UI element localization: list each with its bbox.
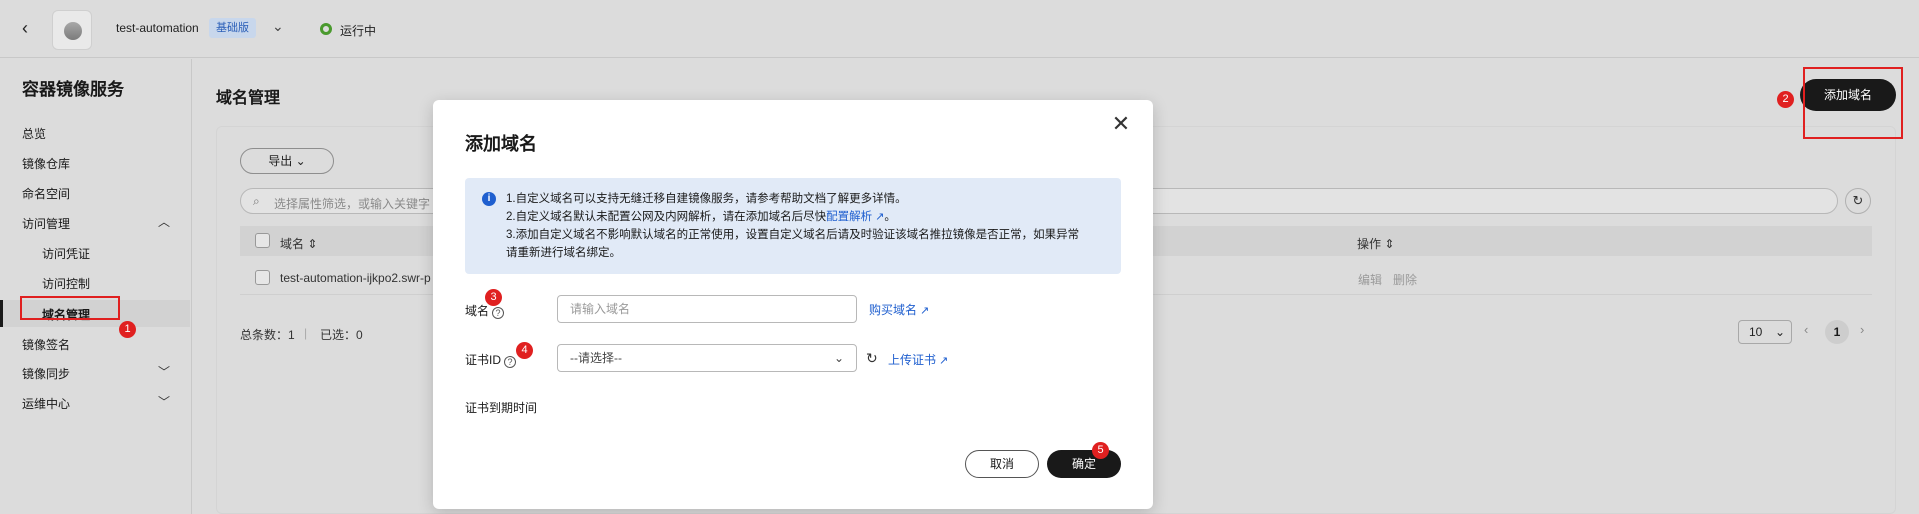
step-marker-4: 4 <box>516 342 533 359</box>
sidebar-item-repositories[interactable]: 镜像仓库 <box>22 155 70 172</box>
cert-id-select[interactable]: --请选择-- ⌄ <box>557 344 857 372</box>
sidebar-item-image-signing[interactable]: 镜像签名 <box>22 336 70 353</box>
info-notice: i 1.自定义域名可以支持无缝迁移自建镜像服务，请参考帮助文档了解更多详情。 2… <box>465 178 1121 274</box>
next-page-icon[interactable]: › <box>1860 322 1864 337</box>
info-line-3: 3.添加自定义域名不影响默认域名的正常使用，设置自定义域名后请及时验证该域名推拉… <box>506 229 1080 241</box>
page-title: 域名管理 <box>216 90 281 107</box>
sidebar-item-image-sync[interactable]: 镜像同步 <box>22 365 70 382</box>
highlight-box-add-domain <box>1803 67 1903 139</box>
close-icon[interactable]: ✕ <box>1109 112 1133 136</box>
help-icon[interactable]: ? <box>504 356 517 368</box>
domain-input[interactable]: 请输入域名 <box>557 295 857 323</box>
dialog-title: 添加域名 <box>465 134 537 154</box>
refresh-button[interactable]: ↻ <box>1845 188 1871 214</box>
sidebar-title: 容器镜像服务 <box>22 80 124 99</box>
external-link-icon: ↗ <box>920 305 930 317</box>
container-registry-icon <box>52 10 92 50</box>
chevron-down-icon[interactable]: ﹀ <box>158 393 170 410</box>
cert-expiry-label: 证书到期时间 <box>465 401 538 415</box>
sort-icon: ⇕ <box>1384 237 1395 251</box>
sidebar-item-namespaces[interactable]: 命名空间 <box>22 185 70 202</box>
external-link-icon: ↗ <box>939 355 949 367</box>
chevron-down-icon[interactable]: ﹀ <box>158 363 170 380</box>
info-line-4: 请重新进行域名绑定。 <box>506 247 621 259</box>
buy-domain-link[interactable]: 购买域名 ↗ <box>869 301 929 318</box>
chevron-left-icon[interactable]: ‹ <box>22 18 42 38</box>
info-line-1: 1.自定义域名可以支持无缝迁移自建镜像服务，请参考帮助文档了解更多详情。 <box>506 193 907 205</box>
cert-id-label: 证书ID? <box>465 351 517 368</box>
prev-page-icon[interactable]: ‹ <box>1804 322 1808 337</box>
current-page[interactable]: 1 <box>1825 320 1849 344</box>
ok-button[interactable]: 确定 <box>1047 450 1121 478</box>
upload-cert-link[interactable]: 上传证书 ↗ <box>888 351 948 368</box>
sidebar-item-overview[interactable]: 总览 <box>22 125 46 142</box>
step-marker-2: 2 <box>1777 91 1794 108</box>
info-line-2: 2.自定义域名默认未配置公网及内网解析，请在添加域名后尽快配置解析 ↗。 <box>506 211 896 223</box>
total-count: 总条数：1 <box>240 328 295 342</box>
export-label: 导出 <box>268 154 293 168</box>
highlight-box-domain-management <box>20 296 120 320</box>
external-link-icon: ↗ <box>875 211 885 223</box>
footer-divider: | <box>304 326 308 340</box>
page-size-select[interactable]: 10 ⌄ <box>1738 320 1792 344</box>
sidebar-item-ops-center[interactable]: 运维中心 <box>22 395 70 412</box>
instance-name: test-automation <box>116 21 199 35</box>
search-icon: ⌕ <box>253 194 260 208</box>
sidebar-active-bar <box>0 300 3 327</box>
status-icon <box>320 23 332 35</box>
tier-badge: 基础版 <box>209 18 256 38</box>
sidebar-item-access-credentials[interactable]: 访问凭证 <box>42 245 90 262</box>
configure-resolution-link[interactable]: 配置解析 <box>826 211 872 223</box>
sort-icon: ⇕ <box>307 237 318 251</box>
top-bar: ‹ test-automation 基础版 ⌄ 运行中 <box>0 0 1919 58</box>
search-placeholder: 选择属性筛选，或输入关键字 <box>274 197 431 211</box>
chevron-down-icon: ⌄ <box>833 351 844 365</box>
sidebar-item-access-control[interactable]: 访问控制 <box>42 275 90 292</box>
select-all-checkbox[interactable] <box>255 233 270 248</box>
delete-link[interactable]: 删除 <box>1393 271 1417 288</box>
refresh-icon[interactable]: ↻ <box>866 350 878 367</box>
table-cell-domain: test-automation-ijkpo2.swr-p <box>280 271 431 285</box>
sidebar-item-access-management[interactable]: 访问管理 <box>22 215 70 232</box>
info-icon: i <box>482 192 496 206</box>
selected-count: 已选：0 <box>320 328 363 342</box>
export-button[interactable]: 导出 ⌄ <box>240 148 334 174</box>
chevron-down-icon: ⌄ <box>295 154 306 168</box>
chevron-down-icon: ⌄ <box>1774 325 1785 339</box>
step-marker-3: 3 <box>485 289 502 306</box>
status-text: 运行中 <box>340 24 377 38</box>
help-icon[interactable]: ? <box>492 307 505 319</box>
chevron-up-icon[interactable]: ︿ <box>158 213 170 230</box>
cancel-button[interactable]: 取消 <box>965 450 1039 478</box>
column-header-actions: 操作 ⇕ <box>1357 237 1395 251</box>
edit-link[interactable]: 编辑 <box>1358 271 1382 288</box>
add-domain-dialog: 添加域名 ✕ i 1.自定义域名可以支持无缝迁移自建镜像服务，请参考帮助文档了解… <box>433 100 1153 509</box>
step-marker-5: 5 <box>1092 442 1109 459</box>
refresh-icon: ↻ <box>1852 193 1864 208</box>
column-header-domain[interactable]: 域名 ⇕ <box>280 235 317 252</box>
row-checkbox[interactable] <box>255 270 270 285</box>
step-marker-1: 1 <box>119 321 136 338</box>
chevron-down-icon[interactable]: ⌄ <box>272 18 284 35</box>
sidebar: 容器镜像服务 总览 镜像仓库 命名空间 访问管理 ︿ 访问凭证 访问控制 域名管… <box>0 59 192 514</box>
